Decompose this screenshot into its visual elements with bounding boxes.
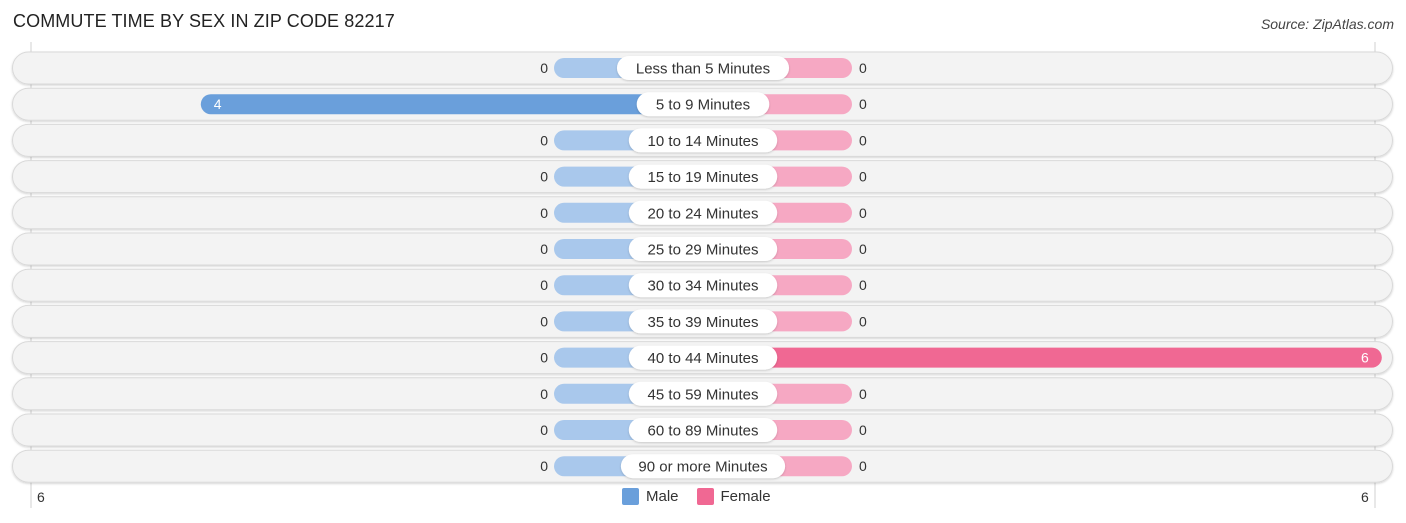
legend-swatch-female [696, 488, 714, 505]
value-label-female: 0 [859, 386, 867, 402]
value-label-male: 0 [540, 132, 548, 148]
category-label: 40 to 44 Minutes [648, 350, 759, 367]
category-label: 10 to 14 Minutes [648, 133, 759, 150]
value-label-male: 0 [540, 60, 548, 76]
chart-row: 20 to 24 Minutes 0 0 [12, 196, 1393, 230]
chart-canvas: Less than 5 Minutes0 05 to 9 Minutes4 010 … [12, 42, 1393, 508]
chart-row: 60 to 89 Minutes 0 0 [12, 413, 1393, 447]
category-label: 15 to 19 Minutes [648, 169, 759, 186]
value-label-male: 0 [540, 169, 548, 185]
value-label-male: 0 [540, 458, 548, 474]
category-label: 30 to 34 Minutes [648, 278, 759, 295]
legend: Male Female [622, 488, 789, 505]
bar-female[interactable] [703, 347, 1382, 368]
chart-row: 15 to 19 Minutes 0 0 [12, 160, 1393, 194]
value-label-female: 0 [859, 169, 867, 185]
chart-row: Less than 5 Minutes 0 0 [12, 51, 1393, 85]
chart-row: 5 to 9 Minutes 4 0 [12, 87, 1393, 121]
legend-label-male: Male [646, 488, 679, 505]
axis-right-max-label: 6 [1361, 489, 1369, 505]
chart-row: 40 to 44 Minutes 0 6 [12, 341, 1393, 375]
chart-row: 45 to 59 Minutes 0 0 [12, 377, 1393, 411]
value-label-female: 0 [859, 313, 867, 329]
chart-row: 35 to 39 Minutes 0 0 [12, 304, 1393, 338]
category-label: Less than 5 Minutes [636, 61, 770, 78]
value-label-male: 0 [540, 241, 548, 257]
value-label-female: 0 [859, 422, 867, 438]
value-label-male: 0 [540, 350, 548, 366]
value-label-male: 0 [540, 205, 548, 221]
value-label-male: 0 [540, 386, 548, 402]
category-label: 45 to 59 Minutes [648, 386, 759, 403]
chart-row: 30 to 34 Minutes 0 0 [12, 268, 1393, 302]
legend-label-female: Female [720, 488, 771, 505]
category-label: 25 to 29 Minutes [648, 242, 759, 259]
category-label: 35 to 39 Minutes [648, 314, 759, 331]
value-label-female: 0 [859, 205, 867, 221]
legend-item-male[interactable]: Male [622, 488, 679, 505]
value-label-female: 0 [859, 60, 867, 76]
axis-left-max-label: 6 [37, 489, 45, 505]
chart-row: 90 or more Minutes 0 0 [12, 449, 1393, 483]
value-label-female: 0 [859, 277, 867, 293]
value-label-female: 0 [859, 458, 867, 474]
value-label-male: 0 [540, 422, 548, 438]
chart-row: 25 to 29 Minutes 0 0 [12, 232, 1393, 266]
value-label-female: 0 [859, 96, 867, 112]
value-label-male: 0 [540, 313, 548, 329]
value-label-male: 4 [214, 96, 222, 112]
value-label-male: 0 [540, 277, 548, 293]
legend-swatch-male [622, 488, 639, 505]
bar-male[interactable] [200, 94, 704, 115]
value-label-female: 0 [859, 241, 867, 257]
value-label-female: 0 [859, 132, 867, 148]
category-label: 20 to 24 Minutes [648, 205, 759, 222]
legend-item-female[interactable]: Female [696, 488, 771, 505]
category-label: 60 to 89 Minutes [648, 423, 759, 440]
chart-row: 10 to 14 Minutes 0 0 [12, 123, 1393, 157]
category-label: 5 to 9 Minutes [656, 97, 750, 114]
category-label: 90 or more Minutes [638, 459, 767, 476]
value-label-female: 6 [1361, 350, 1369, 366]
